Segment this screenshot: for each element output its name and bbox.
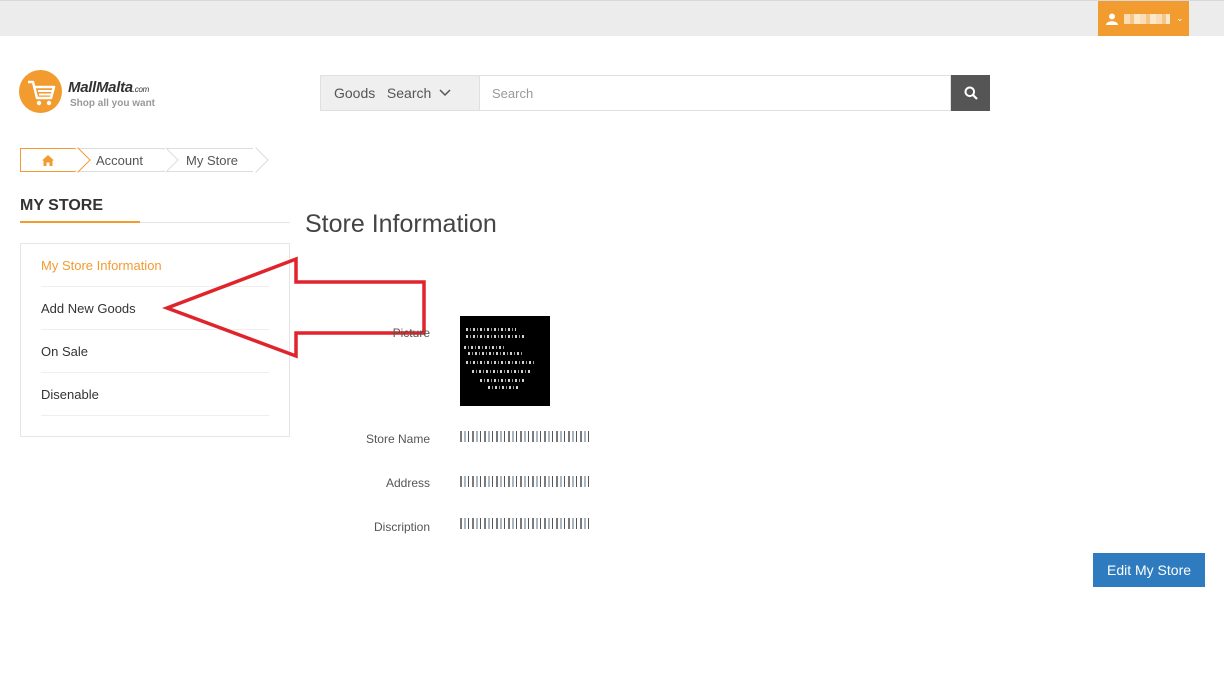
- search-bar: Goods Search: [320, 75, 990, 111]
- breadcrumb-separator: [243, 147, 269, 173]
- address-value-redacted: [460, 476, 590, 490]
- title-underline: [20, 221, 140, 223]
- annotation-arrow: [162, 256, 426, 359]
- cart-logo-icon: [19, 70, 62, 113]
- chevron-down-icon: [439, 89, 451, 97]
- brand-tagline: Shop all you want: [70, 98, 156, 109]
- description-label: Discription: [373, 520, 430, 534]
- picture-label: Picture: [392, 326, 430, 340]
- sidebar-item-disenable[interactable]: Disenable: [41, 373, 269, 416]
- breadcrumb: Account My Store: [20, 147, 269, 173]
- search-category-dropdown[interactable]: Goods Search: [320, 75, 480, 111]
- store-name-value-redacted: [460, 431, 590, 445]
- store-picture: [460, 316, 550, 406]
- home-icon: [42, 154, 54, 166]
- breadcrumb-label: Account: [96, 152, 143, 168]
- user-name-redacted: [1124, 13, 1170, 24]
- breadcrumb-home[interactable]: [20, 147, 91, 173]
- description-value-redacted: [460, 518, 590, 532]
- address-label: Address: [385, 476, 430, 490]
- brand-name: MallMalta.com: [68, 79, 149, 96]
- breadcrumb-label: My Store: [186, 152, 239, 168]
- chevron-down-icon: ⌄: [1176, 13, 1184, 23]
- user-icon: [1106, 13, 1118, 25]
- top-bar: ⌄: [0, 0, 1224, 36]
- search-icon: [964, 86, 978, 100]
- edit-my-store-button[interactable]: Edit My Store: [1093, 553, 1205, 587]
- user-menu[interactable]: ⌄: [1098, 1, 1189, 36]
- page-title: Store Information: [305, 210, 497, 238]
- store-name-label: Store Name: [365, 432, 430, 446]
- search-category-label: Goods Search: [334, 85, 432, 101]
- search-button[interactable]: [951, 75, 990, 111]
- site-logo[interactable]: MallMalta.com Shop all you want: [19, 70, 179, 114]
- sidebar-title: MY STORE: [20, 197, 290, 223]
- search-input[interactable]: [480, 75, 951, 111]
